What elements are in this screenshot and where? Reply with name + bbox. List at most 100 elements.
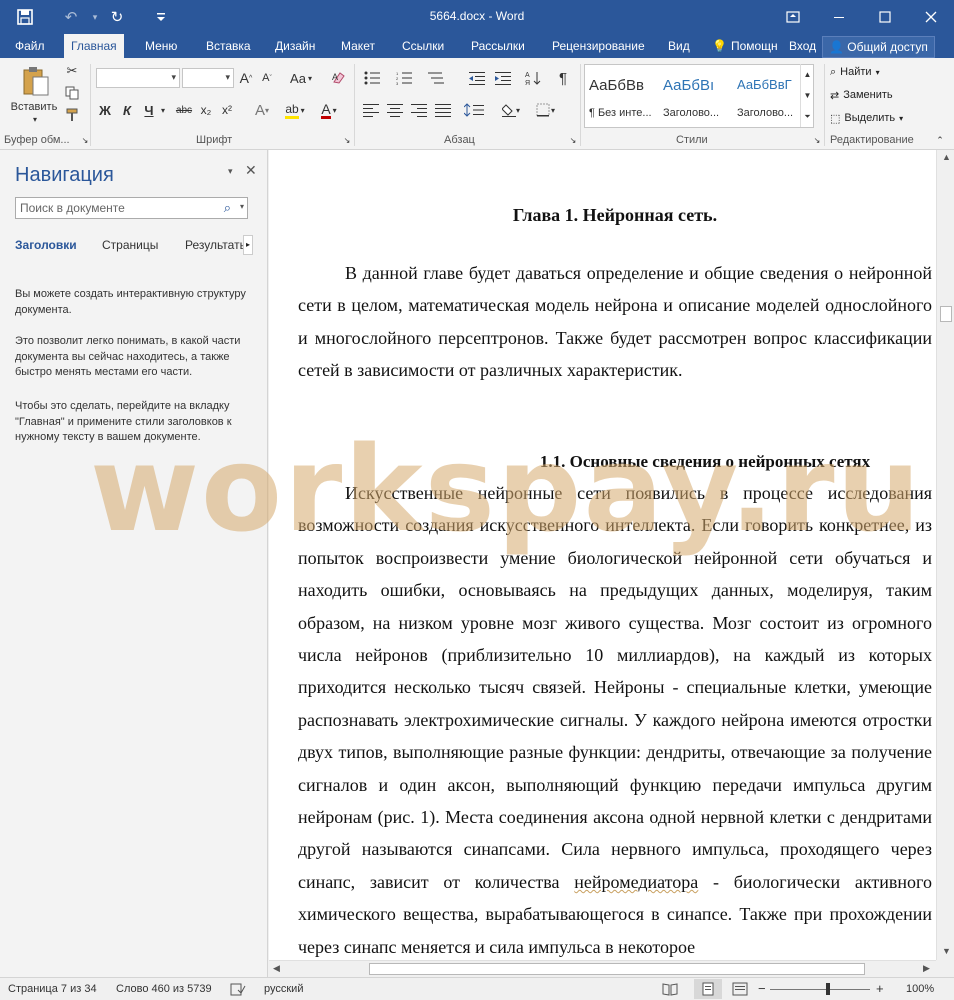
font-launcher-icon[interactable]: ↘ <box>342 134 352 146</box>
web-layout-icon[interactable] <box>732 982 748 999</box>
language-indicator[interactable]: русский <box>264 983 303 995</box>
bullets-icon[interactable] <box>360 68 388 88</box>
nav-tab-results[interactable]: Результать <box>185 238 246 252</box>
style-normal[interactable]: АаБбВв ¶ Без инте... <box>585 65 657 127</box>
subscript-button[interactable]: x₂ <box>197 100 215 120</box>
chevron-down-icon: ▾ <box>875 67 880 77</box>
sort-icon[interactable]: AЯ <box>522 68 544 88</box>
highlight-button[interactable]: ab ▾ <box>280 100 310 120</box>
zoom-slider-track[interactable] <box>770 989 870 990</box>
shading-icon[interactable]: ▾ <box>498 100 528 120</box>
read-mode-icon[interactable] <box>662 982 678 999</box>
zoom-in-icon[interactable]: + <box>876 981 884 996</box>
nav-options-icon[interactable]: ▾ <box>228 166 233 177</box>
grow-font-button[interactable]: A ^ <box>237 68 255 88</box>
search-icon[interactable]: ⌕ <box>224 200 231 216</box>
zoom-slider-thumb[interactable] <box>826 983 830 995</box>
zoom-out-icon[interactable]: − <box>758 981 766 996</box>
vertical-scrollbar[interactable]: ▲ ▼ <box>936 150 954 960</box>
nav-tab-pages[interactable]: Страницы <box>102 238 158 252</box>
styles-scroll-down-icon[interactable]: ▼ <box>800 85 814 106</box>
scroll-down-icon[interactable]: ▼ <box>942 946 951 956</box>
share-button[interactable]: 👤 Общий доступ <box>822 36 935 58</box>
style-heading-2[interactable]: АаБбВвГ Заголово... <box>733 65 805 127</box>
tab-references[interactable]: Ссылки <box>395 34 451 58</box>
change-case-button[interactable]: Aa ▾ <box>286 68 316 88</box>
tab-insert[interactable]: Вставка <box>199 34 258 58</box>
scroll-left-icon[interactable]: ◀ <box>273 963 280 974</box>
scroll-right-icon[interactable]: ▶ <box>923 963 930 974</box>
tab-signin[interactable]: Вход <box>782 34 823 58</box>
paragraph-launcher-icon[interactable]: ↘ <box>568 134 578 146</box>
cut-icon[interactable]: ✂ <box>62 62 82 80</box>
styles-launcher-icon[interactable]: ↘ <box>812 134 822 146</box>
shrink-font-button[interactable]: Aˇ <box>258 68 276 88</box>
minimize-button[interactable] <box>816 0 862 34</box>
document-area[interactable]: Глава 1. Нейронная сеть. В данной главе … <box>269 150 936 960</box>
ribbon-display-icon[interactable] <box>770 0 816 34</box>
show-formatting-button[interactable]: ¶ <box>552 68 574 88</box>
collapse-ribbon-icon[interactable]: ⌃ <box>934 134 946 146</box>
chevron-down-icon[interactable]: ▾ <box>240 202 244 211</box>
text-effects-button[interactable]: A ▾ <box>250 100 274 120</box>
font-color-button[interactable]: A ▾ <box>314 100 344 120</box>
align-center-icon[interactable] <box>384 100 406 120</box>
maximize-button[interactable] <box>862 0 908 34</box>
font-name-combo[interactable]: ▾ <box>96 68 180 88</box>
tab-review[interactable]: Рецензирование <box>545 34 652 58</box>
separator <box>824 64 825 146</box>
tab-mailings[interactable]: Рассылки <box>464 34 532 58</box>
vertical-scroll-thumb[interactable] <box>940 306 952 322</box>
tab-menu[interactable]: Меню <box>138 34 184 58</box>
nav-search-input[interactable]: Поиск в документе ⌕ ▾ <box>15 197 248 219</box>
tab-home[interactable]: Главная <box>64 34 124 58</box>
replace-button[interactable]: ⇄ Заменить <box>830 85 893 105</box>
bold-button[interactable]: Ж <box>96 100 114 120</box>
find-button[interactable]: ⌕ Найти ▾ <box>830 62 880 82</box>
clipboard-launcher-icon[interactable]: ↘ <box>80 134 90 146</box>
paste-icon[interactable] <box>18 64 54 98</box>
copy-icon[interactable] <box>62 84 82 102</box>
italic-button[interactable]: К <box>118 100 136 120</box>
nav-close-icon[interactable]: ✕ <box>245 162 257 179</box>
align-right-icon[interactable] <box>408 100 430 120</box>
tab-file[interactable]: Файл <box>8 34 52 58</box>
multilevel-list-icon[interactable] <box>424 68 452 88</box>
tab-layout[interactable]: Макет <box>334 34 382 58</box>
strikethrough-button[interactable]: abc <box>172 100 196 120</box>
numbering-icon[interactable]: 123 <box>392 68 420 88</box>
tab-help[interactable]: 💡 Помощн <box>705 34 785 58</box>
decrease-indent-icon[interactable] <box>466 68 488 88</box>
scroll-up-icon[interactable]: ▲ <box>942 152 951 162</box>
underline-button[interactable]: Ч <box>140 100 158 120</box>
superscript-button[interactable]: x² <box>218 100 236 120</box>
format-painter-icon[interactable] <box>62 106 82 124</box>
borders-icon[interactable]: ▾ <box>532 100 562 120</box>
tab-design[interactable]: Дизайн <box>268 34 322 58</box>
clear-formatting-icon[interactable]: A <box>328 68 350 88</box>
print-layout-icon[interactable] <box>694 979 722 999</box>
styles-scroll-up-icon[interactable]: ▲ <box>800 64 814 85</box>
increase-indent-icon[interactable] <box>492 68 514 88</box>
chevron-down-icon[interactable]: ▾ <box>158 100 168 120</box>
align-left-icon[interactable] <box>360 100 382 120</box>
horizontal-scrollbar[interactable]: ◀ ▶ <box>269 960 936 977</box>
tab-view[interactable]: Вид <box>661 34 697 58</box>
word-count[interactable]: Слово 460 из 5739 <box>116 983 212 995</box>
horizontal-scroll-thumb[interactable] <box>369 963 865 975</box>
nav-tabs-scroll-icon[interactable]: ▸ <box>243 235 253 255</box>
justify-icon[interactable] <box>432 100 454 120</box>
styles-more-icon[interactable]: ⏷ <box>800 106 814 127</box>
close-button[interactable] <box>908 0 954 34</box>
page-indicator[interactable]: Страница 7 из 34 <box>8 983 97 995</box>
line-spacing-icon[interactable] <box>460 100 490 120</box>
spelling-flagged-word[interactable]: нейромедиатора <box>574 872 698 892</box>
font-size-combo[interactable]: ▾ <box>182 68 234 88</box>
paste-dropdown-icon[interactable]: ▾ <box>28 114 42 124</box>
zoom-level[interactable]: 100% <box>906 983 934 995</box>
select-button[interactable]: ⬚ Выделить ▾ <box>830 108 903 128</box>
paste-button[interactable]: Вставить <box>6 100 62 114</box>
proofing-icon[interactable] <box>230 983 246 999</box>
style-heading-1[interactable]: АаБбВı Заголово... <box>659 65 731 127</box>
nav-tab-headings[interactable]: Заголовки <box>15 238 77 252</box>
